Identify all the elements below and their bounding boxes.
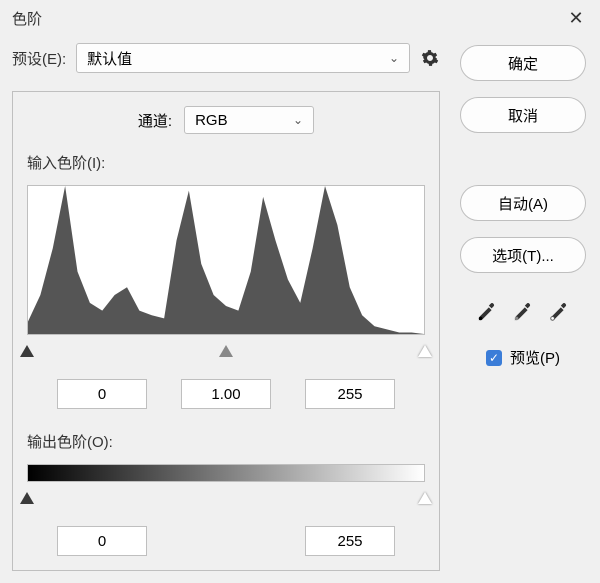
channel-label: 通道: — [138, 110, 172, 131]
input-gamma-field[interactable] — [181, 379, 271, 409]
output-black-field[interactable] — [57, 526, 147, 556]
dialog-title: 色阶 — [12, 8, 42, 29]
auto-button[interactable]: 自动(A) — [460, 185, 586, 221]
output-white-field[interactable] — [305, 526, 395, 556]
chevron-down-icon: ⌄ — [389, 51, 399, 65]
options-button[interactable]: 选项(T)... — [460, 237, 586, 273]
output-black-slider[interactable] — [20, 492, 34, 504]
channel-dropdown[interactable]: RGB ⌄ — [184, 106, 314, 134]
gray-eyedropper-icon[interactable] — [510, 299, 536, 325]
input-white-field[interactable] — [305, 379, 395, 409]
close-icon[interactable]: ✕ — [564, 8, 588, 29]
preview-checkbox[interactable]: ✓ — [486, 350, 502, 366]
cancel-button[interactable]: 取消 — [460, 97, 586, 133]
histogram — [27, 185, 425, 335]
input-slider[interactable] — [27, 347, 425, 363]
titlebar: 色阶 ✕ — [0, 0, 600, 37]
preview-label: 预览(P) — [510, 347, 560, 368]
levels-dialog: 色阶 ✕ 预设(E): 默认值 ⌄ 通道: RGB ⌄ — [0, 0, 600, 557]
gamma-slider[interactable] — [219, 345, 233, 357]
output-slider[interactable] — [27, 494, 425, 510]
levels-panel: 通道: RGB ⌄ 输入色阶(I): — [12, 91, 440, 571]
output-levels-label: 输出色阶(O): — [27, 431, 425, 452]
chevron-down-icon: ⌄ — [293, 113, 303, 127]
white-eyedropper-icon[interactable] — [546, 299, 572, 325]
preset-label: 预设(E): — [12, 48, 66, 69]
output-gradient — [27, 464, 425, 482]
black-point-slider[interactable] — [20, 345, 34, 357]
ok-button[interactable]: 确定 — [460, 45, 586, 81]
white-point-slider[interactable] — [418, 345, 432, 357]
channel-value: RGB — [195, 112, 228, 129]
output-white-slider[interactable] — [418, 492, 432, 504]
input-levels-label: 输入色阶(I): — [27, 152, 425, 173]
preset-value: 默认值 — [87, 48, 132, 69]
eyedropper-group — [474, 299, 572, 325]
gear-icon[interactable] — [420, 48, 440, 68]
black-eyedropper-icon[interactable] — [474, 299, 500, 325]
preset-dropdown[interactable]: 默认值 ⌄ — [76, 43, 410, 73]
input-black-field[interactable] — [57, 379, 147, 409]
